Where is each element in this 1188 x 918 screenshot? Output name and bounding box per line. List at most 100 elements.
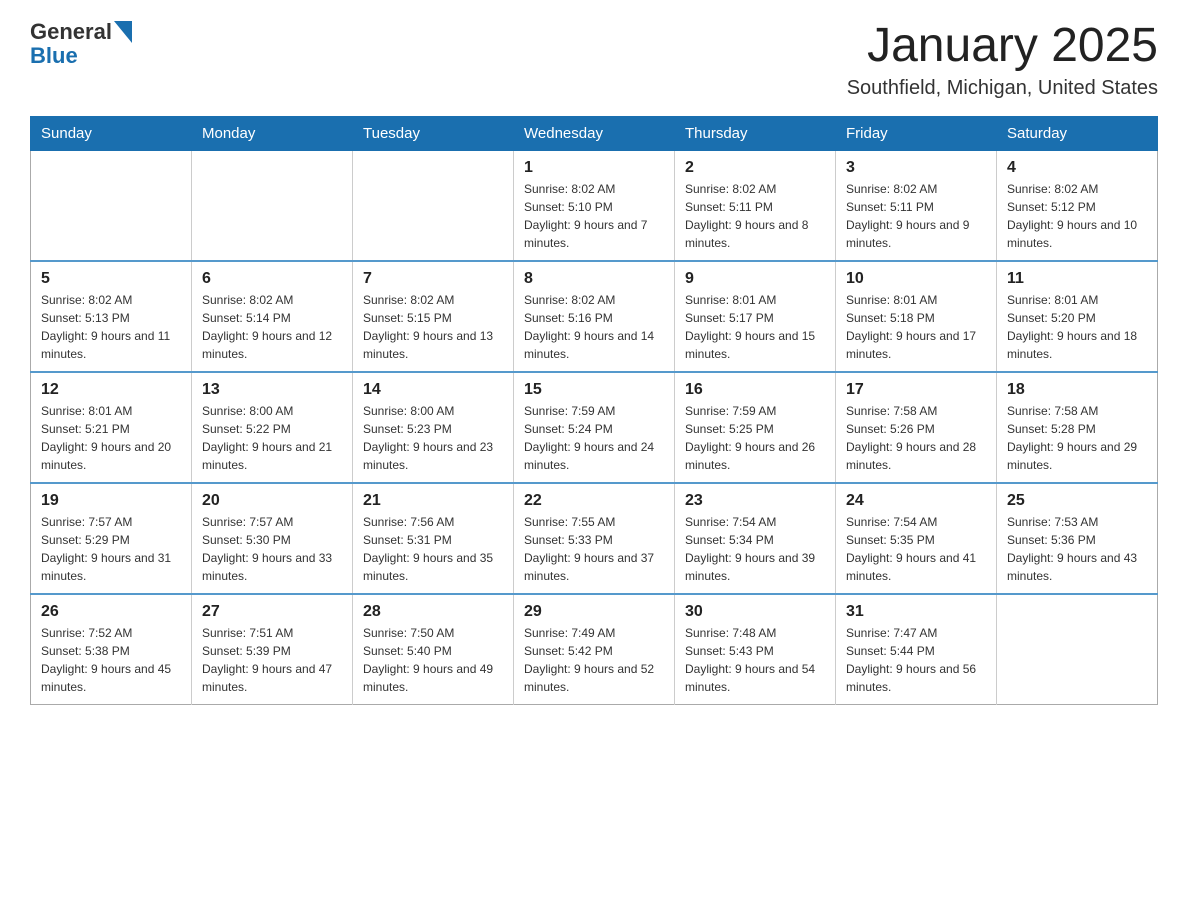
calendar-cell: 6 Sunrise: 8:02 AM Sunset: 5:14 PM Daylig… — [192, 261, 353, 372]
calendar-table: SundayMondayTuesdayWednesdayThursdayFrid… — [30, 116, 1158, 705]
day-info: Sunrise: 7:48 AM Sunset: 5:43 PM Dayligh… — [685, 624, 825, 696]
calendar-cell: 24 Sunrise: 7:54 AM Sunset: 5:35 PM Dayli… — [836, 483, 997, 594]
day-info: Sunrise: 7:52 AM Sunset: 5:38 PM Dayligh… — [41, 624, 181, 696]
day-info: Sunrise: 8:01 AM Sunset: 5:20 PM Dayligh… — [1007, 291, 1147, 363]
calendar-cell — [353, 150, 514, 261]
day-number: 18 — [1007, 381, 1147, 399]
day-number: 3 — [846, 159, 986, 177]
day-number: 23 — [685, 492, 825, 510]
calendar-cell: 20 Sunrise: 7:57 AM Sunset: 5:30 PM Dayli… — [192, 483, 353, 594]
logo-arrow-icon — [114, 21, 132, 43]
calendar-cell: 29Sunrise: 7:49 AM Sunset: 5:42 PM Dayli… — [514, 594, 675, 705]
weekday-header-row: SundayMondayTuesdayWednesdayThursdayFrid… — [31, 116, 1158, 150]
calendar-cell: 19 Sunrise: 7:57 AM Sunset: 5:29 PM Dayli… — [31, 483, 192, 594]
day-number: 30 — [685, 603, 825, 621]
page-header: General Blue January 2025 Southfield, Mi… — [30, 20, 1158, 100]
day-number: 28 — [363, 603, 503, 621]
weekday-header-friday: Friday — [836, 116, 997, 150]
calendar-cell — [192, 150, 353, 261]
day-number: 15 — [524, 381, 664, 399]
day-info: Sunrise: 8:02 AM Sunset: 5:11 PM Dayligh… — [685, 180, 825, 252]
day-info: Sunrise: 7:59 AM Sunset: 5:25 PM Dayligh… — [685, 402, 825, 474]
calendar-cell — [997, 594, 1158, 705]
day-number: 9 — [685, 270, 825, 288]
day-number: 19 — [41, 492, 181, 510]
day-info: Sunrise: 7:53 AM Sunset: 5:36 PM Dayligh… — [1007, 513, 1147, 585]
calendar-cell: 15Sunrise: 7:59 AM Sunset: 5:24 PM Dayli… — [514, 372, 675, 483]
day-info: Sunrise: 8:00 AM Sunset: 5:23 PM Dayligh… — [363, 402, 503, 474]
weekday-header-saturday: Saturday — [997, 116, 1158, 150]
logo-text-general: General — [30, 20, 112, 44]
calendar-cell: 21Sunrise: 7:56 AM Sunset: 5:31 PM Dayli… — [353, 483, 514, 594]
day-number: 29 — [524, 603, 664, 621]
day-info: Sunrise: 8:01 AM Sunset: 5:18 PM Dayligh… — [846, 291, 986, 363]
calendar-week-row: 5 Sunrise: 8:02 AM Sunset: 5:13 PM Daylig… — [31, 261, 1158, 372]
day-info: Sunrise: 8:02 AM Sunset: 5:13 PM Dayligh… — [41, 291, 181, 363]
weekday-header-monday: Monday — [192, 116, 353, 150]
day-number: 31 — [846, 603, 986, 621]
calendar-cell: 2 Sunrise: 8:02 AM Sunset: 5:11 PM Daylig… — [675, 150, 836, 261]
day-number: 26 — [41, 603, 181, 621]
day-number: 16 — [685, 381, 825, 399]
day-info: Sunrise: 7:51 AM Sunset: 5:39 PM Dayligh… — [202, 624, 342, 696]
day-number: 20 — [202, 492, 342, 510]
day-number: 6 — [202, 270, 342, 288]
calendar-cell: 9 Sunrise: 8:01 AM Sunset: 5:17 PM Daylig… — [675, 261, 836, 372]
calendar-week-row: 1Sunrise: 8:02 AM Sunset: 5:10 PM Daylig… — [31, 150, 1158, 261]
calendar-week-row: 26 Sunrise: 7:52 AM Sunset: 5:38 PM Dayli… — [31, 594, 1158, 705]
day-info: Sunrise: 8:00 AM Sunset: 5:22 PM Dayligh… — [202, 402, 342, 474]
day-number: 5 — [41, 270, 181, 288]
day-number: 4 — [1007, 159, 1147, 177]
weekday-header-tuesday: Tuesday — [353, 116, 514, 150]
day-info: Sunrise: 7:54 AM Sunset: 5:34 PM Dayligh… — [685, 513, 825, 585]
day-number: 1 — [524, 159, 664, 177]
calendar-cell: 27 Sunrise: 7:51 AM Sunset: 5:39 PM Dayli… — [192, 594, 353, 705]
day-info: Sunrise: 8:01 AM Sunset: 5:17 PM Dayligh… — [685, 291, 825, 363]
calendar-cell: 13 Sunrise: 8:00 AM Sunset: 5:22 PM Dayli… — [192, 372, 353, 483]
calendar-cell: 23 Sunrise: 7:54 AM Sunset: 5:34 PM Dayli… — [675, 483, 836, 594]
day-number: 24 — [846, 492, 986, 510]
day-info: Sunrise: 7:58 AM Sunset: 5:26 PM Dayligh… — [846, 402, 986, 474]
day-info: Sunrise: 7:57 AM Sunset: 5:30 PM Dayligh… — [202, 513, 342, 585]
calendar-cell: 14Sunrise: 8:00 AM Sunset: 5:23 PM Dayli… — [353, 372, 514, 483]
calendar-subtitle: Southfield, Michigan, United States — [847, 77, 1158, 100]
day-number: 13 — [202, 381, 342, 399]
day-number: 11 — [1007, 270, 1147, 288]
day-info: Sunrise: 7:54 AM Sunset: 5:35 PM Dayligh… — [846, 513, 986, 585]
day-info: Sunrise: 7:47 AM Sunset: 5:44 PM Dayligh… — [846, 624, 986, 696]
day-number: 7 — [363, 270, 503, 288]
day-info: Sunrise: 8:02 AM Sunset: 5:11 PM Dayligh… — [846, 180, 986, 252]
day-info: Sunrise: 8:02 AM Sunset: 5:12 PM Dayligh… — [1007, 180, 1147, 252]
calendar-title: January 2025 — [847, 20, 1158, 73]
calendar-cell: 1Sunrise: 8:02 AM Sunset: 5:10 PM Daylig… — [514, 150, 675, 261]
day-number: 17 — [846, 381, 986, 399]
calendar-cell: 18 Sunrise: 7:58 AM Sunset: 5:28 PM Dayli… — [997, 372, 1158, 483]
day-number: 21 — [363, 492, 503, 510]
day-info: Sunrise: 7:55 AM Sunset: 5:33 PM Dayligh… — [524, 513, 664, 585]
day-number: 27 — [202, 603, 342, 621]
calendar-cell: 4 Sunrise: 8:02 AM Sunset: 5:12 PM Daylig… — [997, 150, 1158, 261]
calendar-cell: 16 Sunrise: 7:59 AM Sunset: 5:25 PM Dayli… — [675, 372, 836, 483]
day-info: Sunrise: 8:02 AM Sunset: 5:15 PM Dayligh… — [363, 291, 503, 363]
weekday-header-wednesday: Wednesday — [514, 116, 675, 150]
weekday-header-thursday: Thursday — [675, 116, 836, 150]
calendar-cell: 25 Sunrise: 7:53 AM Sunset: 5:36 PM Dayli… — [997, 483, 1158, 594]
day-number: 25 — [1007, 492, 1147, 510]
day-info: Sunrise: 7:58 AM Sunset: 5:28 PM Dayligh… — [1007, 402, 1147, 474]
day-number: 22 — [524, 492, 664, 510]
day-info: Sunrise: 8:02 AM Sunset: 5:14 PM Dayligh… — [202, 291, 342, 363]
calendar-cell: 8Sunrise: 8:02 AM Sunset: 5:16 PM Daylig… — [514, 261, 675, 372]
calendar-cell: 7 Sunrise: 8:02 AM Sunset: 5:15 PM Daylig… — [353, 261, 514, 372]
day-info: Sunrise: 7:50 AM Sunset: 5:40 PM Dayligh… — [363, 624, 503, 696]
calendar-cell: 22 Sunrise: 7:55 AM Sunset: 5:33 PM Dayli… — [514, 483, 675, 594]
day-info: Sunrise: 7:57 AM Sunset: 5:29 PM Dayligh… — [41, 513, 181, 585]
calendar-week-row: 12 Sunrise: 8:01 AM Sunset: 5:21 PM Dayli… — [31, 372, 1158, 483]
calendar-cell: 12 Sunrise: 8:01 AM Sunset: 5:21 PM Dayli… — [31, 372, 192, 483]
calendar-cell — [31, 150, 192, 261]
calendar-cell: 26 Sunrise: 7:52 AM Sunset: 5:38 PM Dayli… — [31, 594, 192, 705]
day-info: Sunrise: 8:02 AM Sunset: 5:16 PM Dayligh… — [524, 291, 664, 363]
day-number: 2 — [685, 159, 825, 177]
day-number: 12 — [41, 381, 181, 399]
day-info: Sunrise: 8:01 AM Sunset: 5:21 PM Dayligh… — [41, 402, 181, 474]
weekday-header-sunday: Sunday — [31, 116, 192, 150]
